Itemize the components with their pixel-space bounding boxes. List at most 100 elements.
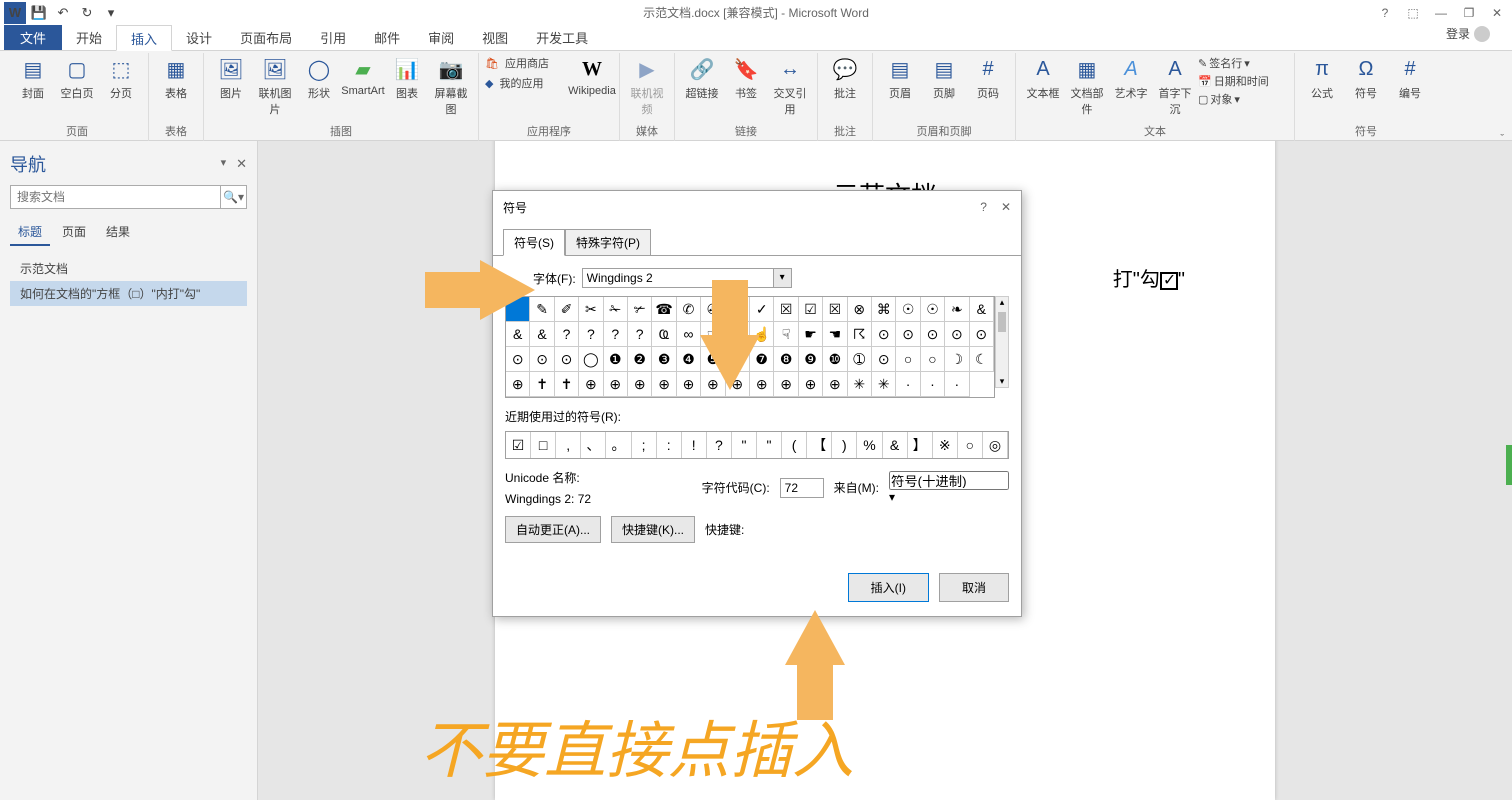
picture-button[interactable]: 🖼图片: [210, 55, 252, 119]
quick-parts-button[interactable]: ▦文档部件: [1066, 55, 1108, 119]
tab-file[interactable]: 文件: [4, 25, 62, 50]
symbol-cell[interactable]: ☉: [921, 297, 945, 322]
autocorrect-button[interactable]: 自动更正(A)...: [505, 516, 601, 543]
dialog-tab-symbols[interactable]: 符号(S): [503, 229, 565, 256]
dialog-help-icon[interactable]: ?: [980, 200, 987, 214]
chart-button[interactable]: 📊图表: [386, 55, 428, 119]
recent-symbol-cell[interactable]: ?: [707, 432, 732, 458]
recent-symbols-grid[interactable]: ☑□,、。;:!?""(【)%&】※○◎: [505, 431, 1009, 459]
from-combo[interactable]: ▾: [889, 471, 1009, 504]
symbol-cell[interactable]: ☛: [799, 322, 823, 347]
tab-design[interactable]: 设计: [172, 25, 226, 50]
symbol-cell[interactable]: ⊕: [628, 372, 652, 397]
symbol-cell[interactable]: ❧: [945, 297, 969, 322]
nav-close-icon[interactable]: ✕: [236, 156, 247, 172]
symbol-cell[interactable]: ➀: [848, 347, 872, 372]
online-video-button[interactable]: ▶联机视频: [626, 55, 668, 119]
symbol-cell[interactable]: ⊙: [506, 347, 530, 372]
object-button[interactable]: ▢ 对象 ▾: [1198, 91, 1288, 107]
symbol-cell[interactable]: ?: [555, 322, 579, 347]
symbol-cell[interactable]: ☎: [652, 297, 676, 322]
symbol-cell[interactable]: Ҩ: [652, 322, 676, 347]
collapse-ribbon-icon[interactable]: ˬ: [1500, 124, 1504, 136]
symbol-cell[interactable]: ☚: [823, 322, 847, 347]
symbol-cell[interactable]: ⊕: [579, 372, 603, 397]
symbol-cell[interactable]: ◯: [579, 347, 603, 372]
footer-button[interactable]: ▤页脚: [923, 55, 965, 119]
symbol-cell[interactable]: ❸: [652, 347, 676, 372]
equation-button[interactable]: π公式: [1301, 55, 1343, 119]
tab-layout[interactable]: 页面布局: [226, 25, 306, 50]
symbol-cell[interactable]: ✳: [848, 372, 872, 397]
textbox-button[interactable]: A文本框: [1022, 55, 1064, 119]
symbol-cell[interactable]: ○: [896, 347, 920, 372]
scroll-up-icon[interactable]: ▴: [996, 297, 1008, 308]
from-dropdown-icon[interactable]: ▾: [889, 490, 1009, 504]
page-number-button[interactable]: #页码: [967, 55, 1009, 119]
symbol-cell[interactable]: ⊙: [555, 347, 579, 372]
symbol-cell[interactable]: ❾: [799, 347, 823, 372]
cover-page-button[interactable]: ▤封面: [12, 55, 54, 119]
recent-symbol-cell[interactable]: ): [832, 432, 857, 458]
from-input[interactable]: [889, 471, 1009, 490]
tab-dev[interactable]: 开发工具: [522, 25, 602, 50]
smartart-button[interactable]: ▰SmartArt: [342, 55, 384, 119]
symbol-cell[interactable]: ⊕: [604, 372, 628, 397]
symbol-cell[interactable]: ⊕: [823, 372, 847, 397]
recent-symbol-cell[interactable]: 。: [606, 432, 631, 458]
cancel-button[interactable]: 取消: [939, 573, 1009, 602]
scroll-down-icon[interactable]: ▾: [996, 376, 1008, 387]
tab-view[interactable]: 视图: [468, 25, 522, 50]
nav-dropdown-icon[interactable]: ▾: [221, 156, 227, 172]
bookmark-button[interactable]: 🔖书签: [725, 55, 767, 119]
recent-symbol-cell[interactable]: ○: [958, 432, 983, 458]
dialog-titlebar[interactable]: 符号 ? ✕: [493, 191, 1021, 223]
symbol-cell[interactable]: ❹: [677, 347, 701, 372]
minimize-icon[interactable]: —: [1430, 6, 1452, 20]
symbol-cell[interactable]: ⊙: [945, 322, 969, 347]
recent-symbol-cell[interactable]: %: [857, 432, 882, 458]
tab-references[interactable]: 引用: [306, 25, 360, 50]
symbol-cell[interactable]: ⊕: [506, 372, 530, 397]
symbol-cell[interactable]: ⊗: [848, 297, 872, 322]
symbol-cell[interactable]: ?: [604, 322, 628, 347]
symbol-cell[interactable]: ⊙: [872, 347, 896, 372]
symbol-cell[interactable]: ❶: [604, 347, 628, 372]
recent-symbol-cell[interactable]: &: [883, 432, 908, 458]
table-button[interactable]: ▦表格: [155, 55, 197, 119]
recent-symbol-cell[interactable]: □: [531, 432, 556, 458]
recent-symbol-cell[interactable]: ※: [933, 432, 958, 458]
nav-item-doc[interactable]: 示范文档: [10, 256, 247, 281]
nav-tab-pages[interactable]: 页面: [54, 219, 94, 246]
symbol-cell[interactable]: ❷: [628, 347, 652, 372]
symbol-cell[interactable]: ✝: [555, 372, 579, 397]
tab-insert[interactable]: 插入: [116, 25, 172, 51]
recent-symbol-cell[interactable]: 、: [581, 432, 606, 458]
cross-ref-button[interactable]: ↔交叉引用: [769, 55, 811, 119]
symbol-cell[interactable]: &: [530, 322, 554, 347]
close-icon[interactable]: ✕: [1486, 6, 1508, 20]
symbol-cell[interactable]: ☽: [945, 347, 969, 372]
nav-tab-headings[interactable]: 标题: [10, 219, 50, 246]
symbol-cell[interactable]: &: [506, 322, 530, 347]
symbol-grid-scrollbar[interactable]: ▴ ▾: [995, 296, 1009, 388]
symbol-cell[interactable]: ✳: [872, 372, 896, 397]
recent-symbol-cell[interactable]: !: [682, 432, 707, 458]
symbol-cell[interactable]: ✝: [530, 372, 554, 397]
symbol-cell[interactable]: ·: [945, 372, 969, 397]
symbol-button[interactable]: Ω符号: [1345, 55, 1387, 119]
tab-mail[interactable]: 邮件: [360, 25, 414, 50]
symbol-cell[interactable]: ✆: [677, 297, 701, 322]
date-time-button[interactable]: 📅 日期和时间: [1198, 73, 1288, 89]
symbol-cell[interactable]: ⌘: [872, 297, 896, 322]
symbol-cell[interactable]: ⊕: [677, 372, 701, 397]
symbol-cell[interactable]: ✓: [750, 297, 774, 322]
nav-search-input[interactable]: [11, 186, 220, 208]
symbol-cell[interactable]: ⊙: [896, 322, 920, 347]
symbol-cell[interactable]: ☟: [774, 322, 798, 347]
wikipedia-button[interactable]: WWikipedia: [571, 55, 613, 119]
recent-symbol-cell[interactable]: 【: [807, 432, 832, 458]
hyperlink-button[interactable]: 🔗超链接: [681, 55, 723, 119]
recent-symbol-cell[interactable]: (: [782, 432, 807, 458]
symbol-cell[interactable]: ⊕: [652, 372, 676, 397]
